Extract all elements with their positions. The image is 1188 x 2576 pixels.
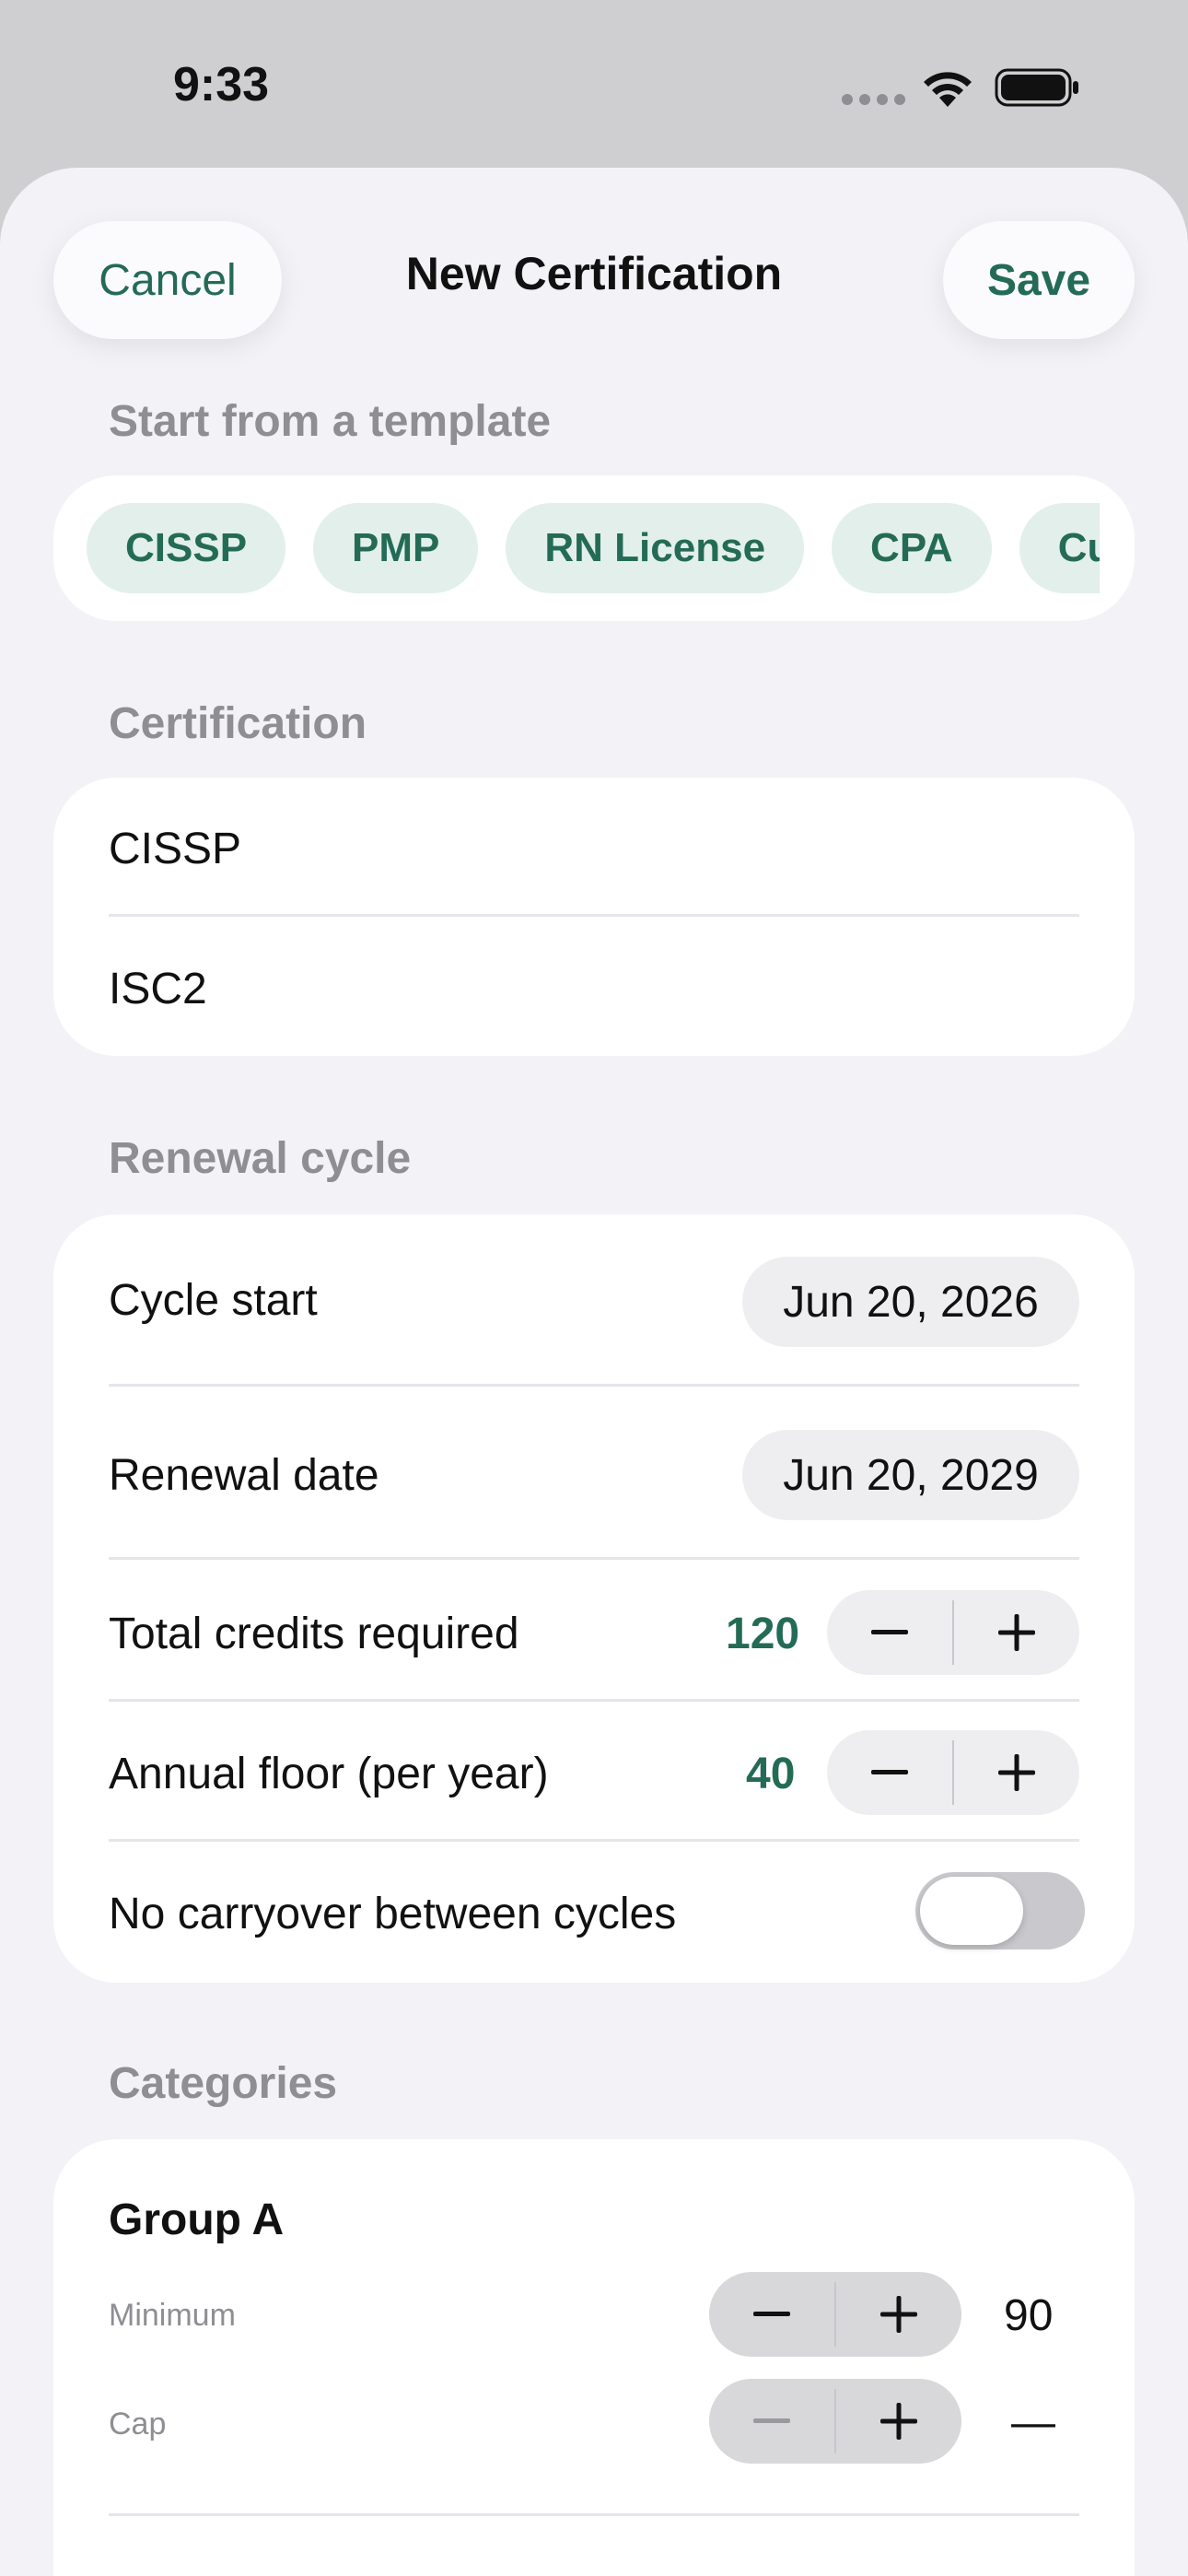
- wifi-icon: [924, 72, 972, 107]
- divider: [109, 1839, 1079, 1842]
- cap-value: —: [1011, 2398, 1055, 2447]
- renewal-section-label: Renewal cycle: [109, 1134, 412, 1183]
- templates-section-label: Start from a template: [109, 397, 552, 446]
- divider: [109, 914, 1079, 917]
- issuer-field[interactable]: ISC2: [109, 964, 207, 1014]
- plus-icon: [997, 1754, 1035, 1791]
- minimum-stepper: [709, 2272, 961, 2357]
- template-chip-custom[interactable]: Custom: [1019, 503, 1100, 593]
- template-chip-cpa[interactable]: CPA: [832, 503, 992, 593]
- total-credits-stepper: [827, 1590, 1079, 1675]
- minus-icon: [753, 2418, 790, 2423]
- template-chip-cissp[interactable]: CISSP: [87, 503, 286, 593]
- status-time: 9:33: [173, 58, 270, 111]
- battery-icon: [995, 68, 1078, 107]
- divider: [109, 1384, 1079, 1387]
- annual-floor-stepper: [827, 1730, 1079, 1815]
- toggle-knob: [920, 1877, 1023, 1945]
- divider: [109, 1557, 1079, 1560]
- category-group-title: Group A: [109, 2195, 285, 2244]
- annual-floor-increment-button[interactable]: [954, 1730, 1079, 1815]
- template-chip-rn-license[interactable]: RN License: [506, 503, 805, 593]
- renewal-date-picker[interactable]: Jun 20, 2029: [742, 1430, 1079, 1520]
- certification-name-field[interactable]: CISSP: [109, 824, 241, 874]
- minimum-increment-button[interactable]: [836, 2272, 961, 2357]
- annual-floor-label: Annual floor (per year): [109, 1750, 549, 1798]
- cycle-start-date-picker[interactable]: Jun 20, 2026: [742, 1257, 1079, 1347]
- cycle-start-label: Cycle start: [109, 1276, 318, 1325]
- annual-floor-decrement-button[interactable]: [827, 1730, 952, 1815]
- save-button[interactable]: Save: [943, 221, 1135, 339]
- no-carryover-label: No carryover between cycles: [109, 1890, 677, 1938]
- template-chip-pmp[interactable]: PMP: [313, 503, 479, 593]
- cap-stepper: [709, 2379, 961, 2464]
- minus-icon: [871, 1770, 908, 1774]
- no-carryover-toggle[interactable]: [915, 1872, 1085, 1950]
- template-chip-row[interactable]: CISSP PMP RN License CPA Custom: [87, 503, 1100, 593]
- plus-icon: [879, 2403, 917, 2440]
- categories-section-label: Categories: [109, 2059, 338, 2108]
- plus-icon: [997, 1614, 1035, 1651]
- cap-decrement-button[interactable]: [709, 2379, 834, 2464]
- divider: [109, 1699, 1079, 1702]
- cap-increment-button[interactable]: [836, 2379, 961, 2464]
- total-credits-value: 120: [726, 1610, 800, 1658]
- certification-card: [53, 778, 1135, 1056]
- annual-floor-value: 40: [746, 1750, 796, 1798]
- certification-section-label: Certification: [109, 699, 367, 748]
- minimum-value: 90: [1004, 2291, 1054, 2340]
- total-credits-label: Total credits required: [109, 1610, 519, 1658]
- renewal-date-label: Renewal date: [109, 1451, 379, 1500]
- minimum-label: Minimum: [109, 2298, 236, 2333]
- minus-icon: [753, 2312, 790, 2316]
- cellular-dots-icon: [842, 94, 905, 105]
- total-credits-increment-button[interactable]: [954, 1590, 1079, 1675]
- cap-label: Cap: [109, 2406, 167, 2441]
- screen: 9:33 Cancel New Certification Save Start…: [0, 0, 1188, 2576]
- plus-icon: [879, 2296, 917, 2333]
- divider: [109, 2513, 1079, 2516]
- total-credits-decrement-button[interactable]: [827, 1590, 952, 1675]
- minimum-decrement-button[interactable]: [709, 2272, 834, 2357]
- minus-icon: [871, 1630, 908, 1634]
